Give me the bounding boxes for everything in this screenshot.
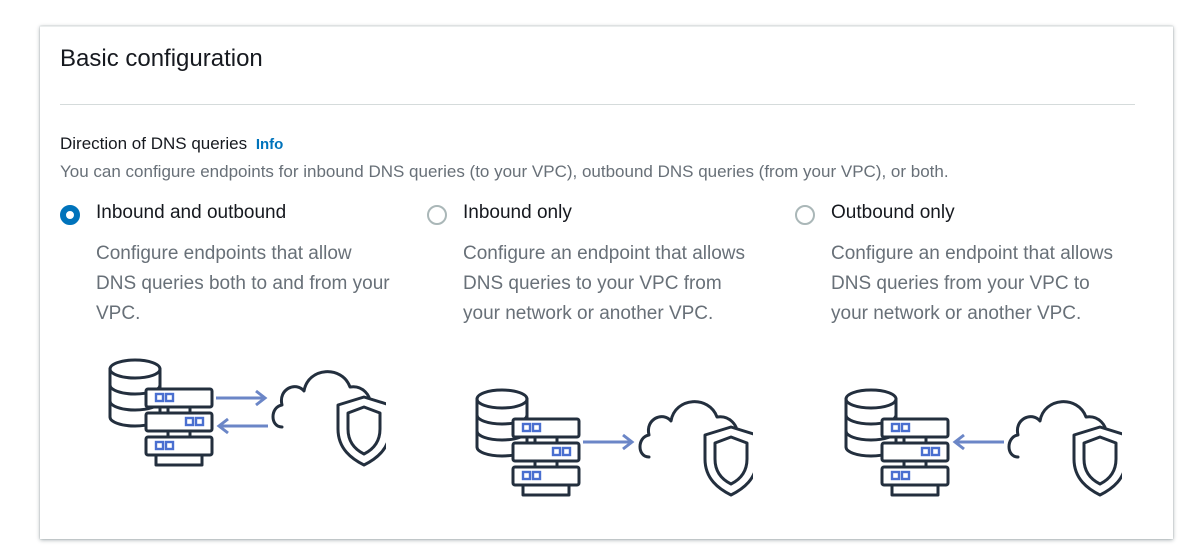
- server-cloud-outward-arrow-icon: [473, 379, 753, 499]
- panel-title: Basic configuration: [60, 45, 263, 72]
- radio-outbound-only[interactable]: [795, 205, 815, 225]
- radio-inbound-and-outbound[interactable]: [60, 205, 80, 225]
- basic-configuration-panel: Basic configuration Direction of DNS que…: [40, 26, 1173, 539]
- direction-field-label: Direction of DNS queries Info: [60, 134, 283, 154]
- option-label[interactable]: Inbound and outbound: [96, 202, 286, 224]
- radio-inbound-only[interactable]: [427, 205, 447, 225]
- divider: [60, 104, 1135, 105]
- direction-description: You can configure endpoints for inbound …: [60, 162, 949, 181]
- option-description: Configure an endpoint that allows DNS qu…: [463, 243, 746, 324]
- info-link[interactable]: Info: [256, 136, 284, 153]
- option-label[interactable]: Outbound only: [831, 202, 955, 224]
- option-label[interactable]: Inbound only: [463, 202, 572, 224]
- server-cloud-bidirectional-icon: [106, 349, 386, 469]
- server-cloud-inward-arrow-icon: [842, 379, 1122, 499]
- option-description: Configure endpoints that allow DNS queri…: [96, 243, 390, 324]
- direction-label-text: Direction of DNS queries: [60, 134, 248, 153]
- option-description: Configure an endpoint that allows DNS qu…: [831, 243, 1114, 324]
